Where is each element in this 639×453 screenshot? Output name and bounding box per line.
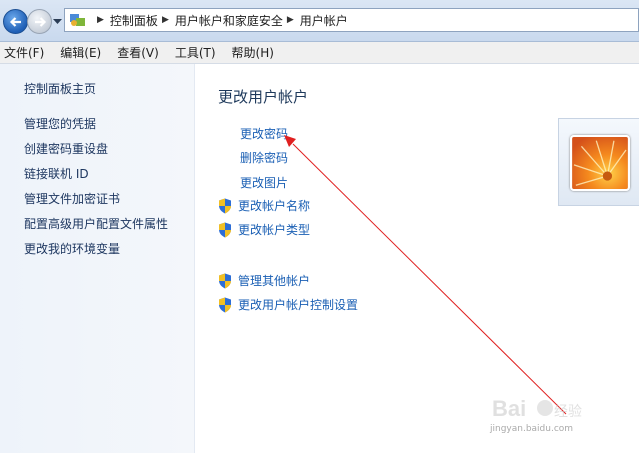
- uac-shield-icon: [219, 273, 231, 288]
- svg-text:经验: 经验: [554, 403, 582, 419]
- change-uac-settings-label: 更改用户帐户控制设置: [238, 298, 359, 312]
- breadcrumb-item[interactable]: 控制面板: [110, 12, 158, 29]
- change-account-type-link[interactable]: 更改帐户类型: [218, 221, 310, 238]
- menu-edit[interactable]: 编辑(E): [60, 44, 101, 61]
- address-bar: ▶ 控制面板 ▶ 用户帐户和家庭安全 ▶ 用户帐户: [0, 0, 639, 42]
- manage-other-accounts-label: 管理其他帐户: [238, 274, 311, 288]
- arrow-left-icon: [9, 16, 21, 27]
- sidebar-item-control-panel-home[interactable]: 控制面板主页: [24, 80, 96, 97]
- sidebar-item-link-online-id[interactable]: 链接联机 ID: [24, 165, 89, 182]
- remove-password-link[interactable]: 删除密码: [240, 149, 288, 166]
- change-uac-settings-link[interactable]: 更改用户帐户控制设置: [218, 296, 358, 313]
- change-password-link[interactable]: 更改密码: [240, 125, 288, 142]
- user-avatar[interactable]: [570, 135, 630, 191]
- chevron-right-icon[interactable]: ▶: [287, 15, 294, 25]
- sidebar-item-manage-encryption-certs[interactable]: 管理文件加密证书: [24, 190, 120, 207]
- svg-text:Bai: Bai: [492, 396, 526, 421]
- menu-view[interactable]: 查看(V): [117, 44, 159, 61]
- page-title: 更改用户帐户: [218, 88, 309, 106]
- menu-tools[interactable]: 工具(T): [175, 44, 216, 61]
- sidebar-item-environment-variables[interactable]: 更改我的环境变量: [24, 240, 120, 257]
- uac-shield-icon: [219, 297, 231, 312]
- manage-other-accounts-link[interactable]: 管理其他帐户: [218, 272, 310, 289]
- recent-pages-dropdown-icon[interactable]: [53, 18, 62, 25]
- arrow-right-icon: [34, 16, 46, 27]
- user-picture-frame: [558, 118, 639, 206]
- breadcrumb-item[interactable]: 用户帐户: [300, 12, 348, 29]
- menu-file[interactable]: 文件(F): [4, 44, 44, 61]
- change-account-name-label: 更改帐户名称: [238, 199, 311, 213]
- menu-help[interactable]: 帮助(H): [232, 44, 274, 61]
- chevron-right-icon[interactable]: ▶: [162, 15, 169, 25]
- sidebar-item-create-password-reset-disk[interactable]: 创建密码重设盘: [24, 140, 108, 157]
- breadcrumb[interactable]: ▶ 控制面板 ▶ 用户帐户和家庭安全 ▶ 用户帐户: [64, 8, 639, 32]
- control-panel-icon: [70, 14, 85, 26]
- change-picture-link[interactable]: 更改图片: [240, 174, 288, 191]
- uac-shield-icon: [219, 198, 231, 213]
- forward-button[interactable]: [27, 9, 52, 34]
- chevron-right-icon[interactable]: ▶: [97, 15, 104, 25]
- menu-bar: 文件(F) 编辑(E) 查看(V) 工具(T) 帮助(H): [0, 42, 639, 64]
- sidebar: 控制面板主页 管理您的凭据 创建密码重设盘 链接联机 ID 管理文件加密证书 配…: [0, 64, 195, 453]
- uac-shield-icon: [219, 222, 231, 237]
- flower-picture-icon: [572, 137, 628, 189]
- watermark-url: jingyan.baidu.com: [490, 424, 574, 434]
- breadcrumb-item[interactable]: 用户帐户和家庭安全: [175, 12, 283, 29]
- sidebar-item-manage-credentials[interactable]: 管理您的凭据: [24, 115, 96, 132]
- back-button[interactable]: [3, 9, 28, 34]
- change-account-name-link[interactable]: 更改帐户名称: [218, 197, 310, 214]
- change-account-type-label: 更改帐户类型: [238, 223, 311, 237]
- sidebar-item-advanced-profile-properties[interactable]: 配置高级用户配置文件属性: [24, 215, 168, 232]
